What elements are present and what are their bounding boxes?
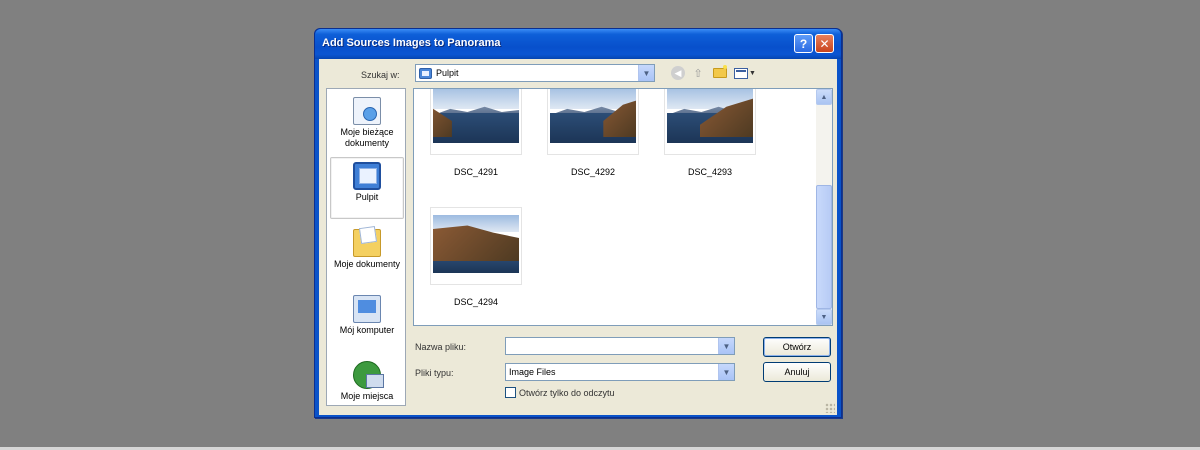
scroll-down-icon[interactable]: ▼ [816, 309, 832, 325]
file-name: DSC_4292 [570, 167, 616, 177]
vertical-scrollbar[interactable]: ▲ ▼ [816, 89, 832, 325]
readonly-checkbox[interactable] [505, 387, 516, 398]
chevron-down-icon[interactable]: ▼ [638, 65, 654, 81]
dialog-body: Szukaj w: Pulpit ▼ ◀ ⇧ ▼ Moje bieżące do… [319, 59, 837, 415]
places-bar: Moje bieżące dokumenty Pulpit Moje dokum… [326, 88, 406, 406]
place-my-documents[interactable]: Moje dokumenty [330, 225, 404, 287]
filename-combobox[interactable]: ▼ [505, 337, 735, 355]
scroll-thumb[interactable] [816, 185, 832, 309]
cancel-button-label: Anuluj [784, 367, 810, 377]
place-label: Pulpit [355, 192, 379, 202]
close-button[interactable]: ✕ [815, 34, 834, 53]
file-name: DSC_4294 [453, 297, 499, 307]
chevron-down-icon[interactable]: ▼ [718, 364, 734, 380]
filename-label: Nazwa pliku: [415, 342, 467, 352]
place-label: Moje dokumenty [333, 259, 401, 269]
dialog-title: Add Sources Images to Panorama [322, 37, 501, 49]
thumbnail-image [667, 89, 753, 143]
new-folder-button[interactable] [712, 65, 728, 80]
file-item[interactable]: DSC_4293 [664, 89, 756, 183]
network-places-icon [353, 361, 384, 389]
thumbnail-frame [547, 89, 639, 155]
thumbnail-image [550, 89, 636, 143]
thumbnail-image [433, 89, 519, 143]
open-button-label: Otwórz [782, 342, 812, 352]
place-label: Moje bieżące dokumenty [340, 127, 393, 149]
desktop-small-icon [419, 67, 432, 79]
desktop-icon [353, 162, 381, 190]
place-label: Moje miejsca [340, 391, 394, 401]
place-desktop[interactable]: Pulpit [330, 157, 404, 219]
chevron-down-icon[interactable]: ▼ [718, 338, 734, 354]
caret-down-icon: ▼ [749, 69, 756, 77]
place-my-computer[interactable]: Mój komputer [330, 291, 404, 353]
up-folder-icon[interactable]: ⇧ [691, 66, 705, 80]
place-network[interactable]: Moje miejsca [330, 357, 404, 405]
title-bar[interactable]: Add Sources Images to Panorama ? ✕ [315, 29, 841, 59]
thumbnail-frame [430, 207, 522, 285]
lookin-value: Pulpit [436, 68, 459, 78]
place-label-text: Moje bieżące dokumenty [340, 127, 394, 148]
resize-grip[interactable] [825, 403, 835, 413]
place-recent-documents[interactable]: Moje bieżące dokumenty [330, 93, 404, 155]
filetype-value: Image Files [509, 367, 556, 377]
lookin-combobox[interactable]: Pulpit ▼ [415, 64, 655, 82]
back-icon[interactable]: ◀ [671, 66, 685, 80]
scroll-up-icon[interactable]: ▲ [816, 89, 832, 105]
file-name: DSC_4293 [687, 167, 733, 177]
file-item[interactable]: DSC_4291 [430, 89, 522, 183]
new-folder-icon [713, 65, 727, 78]
lookin-label: Szukaj w: [361, 70, 400, 80]
my-documents-icon [353, 229, 381, 257]
help-icon: ? [799, 36, 808, 51]
file-item[interactable]: DSC_4294 [430, 207, 522, 313]
filetype-select[interactable]: Image Files ▼ [505, 363, 735, 381]
file-name: DSC_4291 [453, 167, 499, 177]
views-menu-icon [734, 67, 749, 79]
filetype-label: Pliki typu: [415, 368, 454, 378]
my-computer-icon [353, 295, 381, 323]
help-button[interactable]: ? [794, 34, 813, 53]
thumbnail-frame [430, 89, 522, 155]
cancel-button[interactable]: Anuluj [763, 362, 831, 382]
open-file-dialog: Add Sources Images to Panorama ? ✕ Szuka… [314, 28, 842, 418]
recent-documents-icon [353, 97, 381, 125]
readonly-label[interactable]: Otwórz tylko do odczytu [519, 388, 615, 398]
views-menu-button[interactable]: ▼ [734, 66, 756, 80]
open-button[interactable]: Otwórz [763, 337, 831, 357]
thumbnail-image [433, 215, 519, 273]
file-list[interactable]: DSC_4291 DSC_4292 DSC_4293 DSC_4294 ▲ ▼ [413, 88, 833, 326]
place-label: Mój komputer [339, 325, 395, 335]
close-icon: ✕ [819, 36, 830, 51]
file-item[interactable]: DSC_4292 [547, 89, 639, 183]
thumbnail-frame [664, 89, 756, 155]
